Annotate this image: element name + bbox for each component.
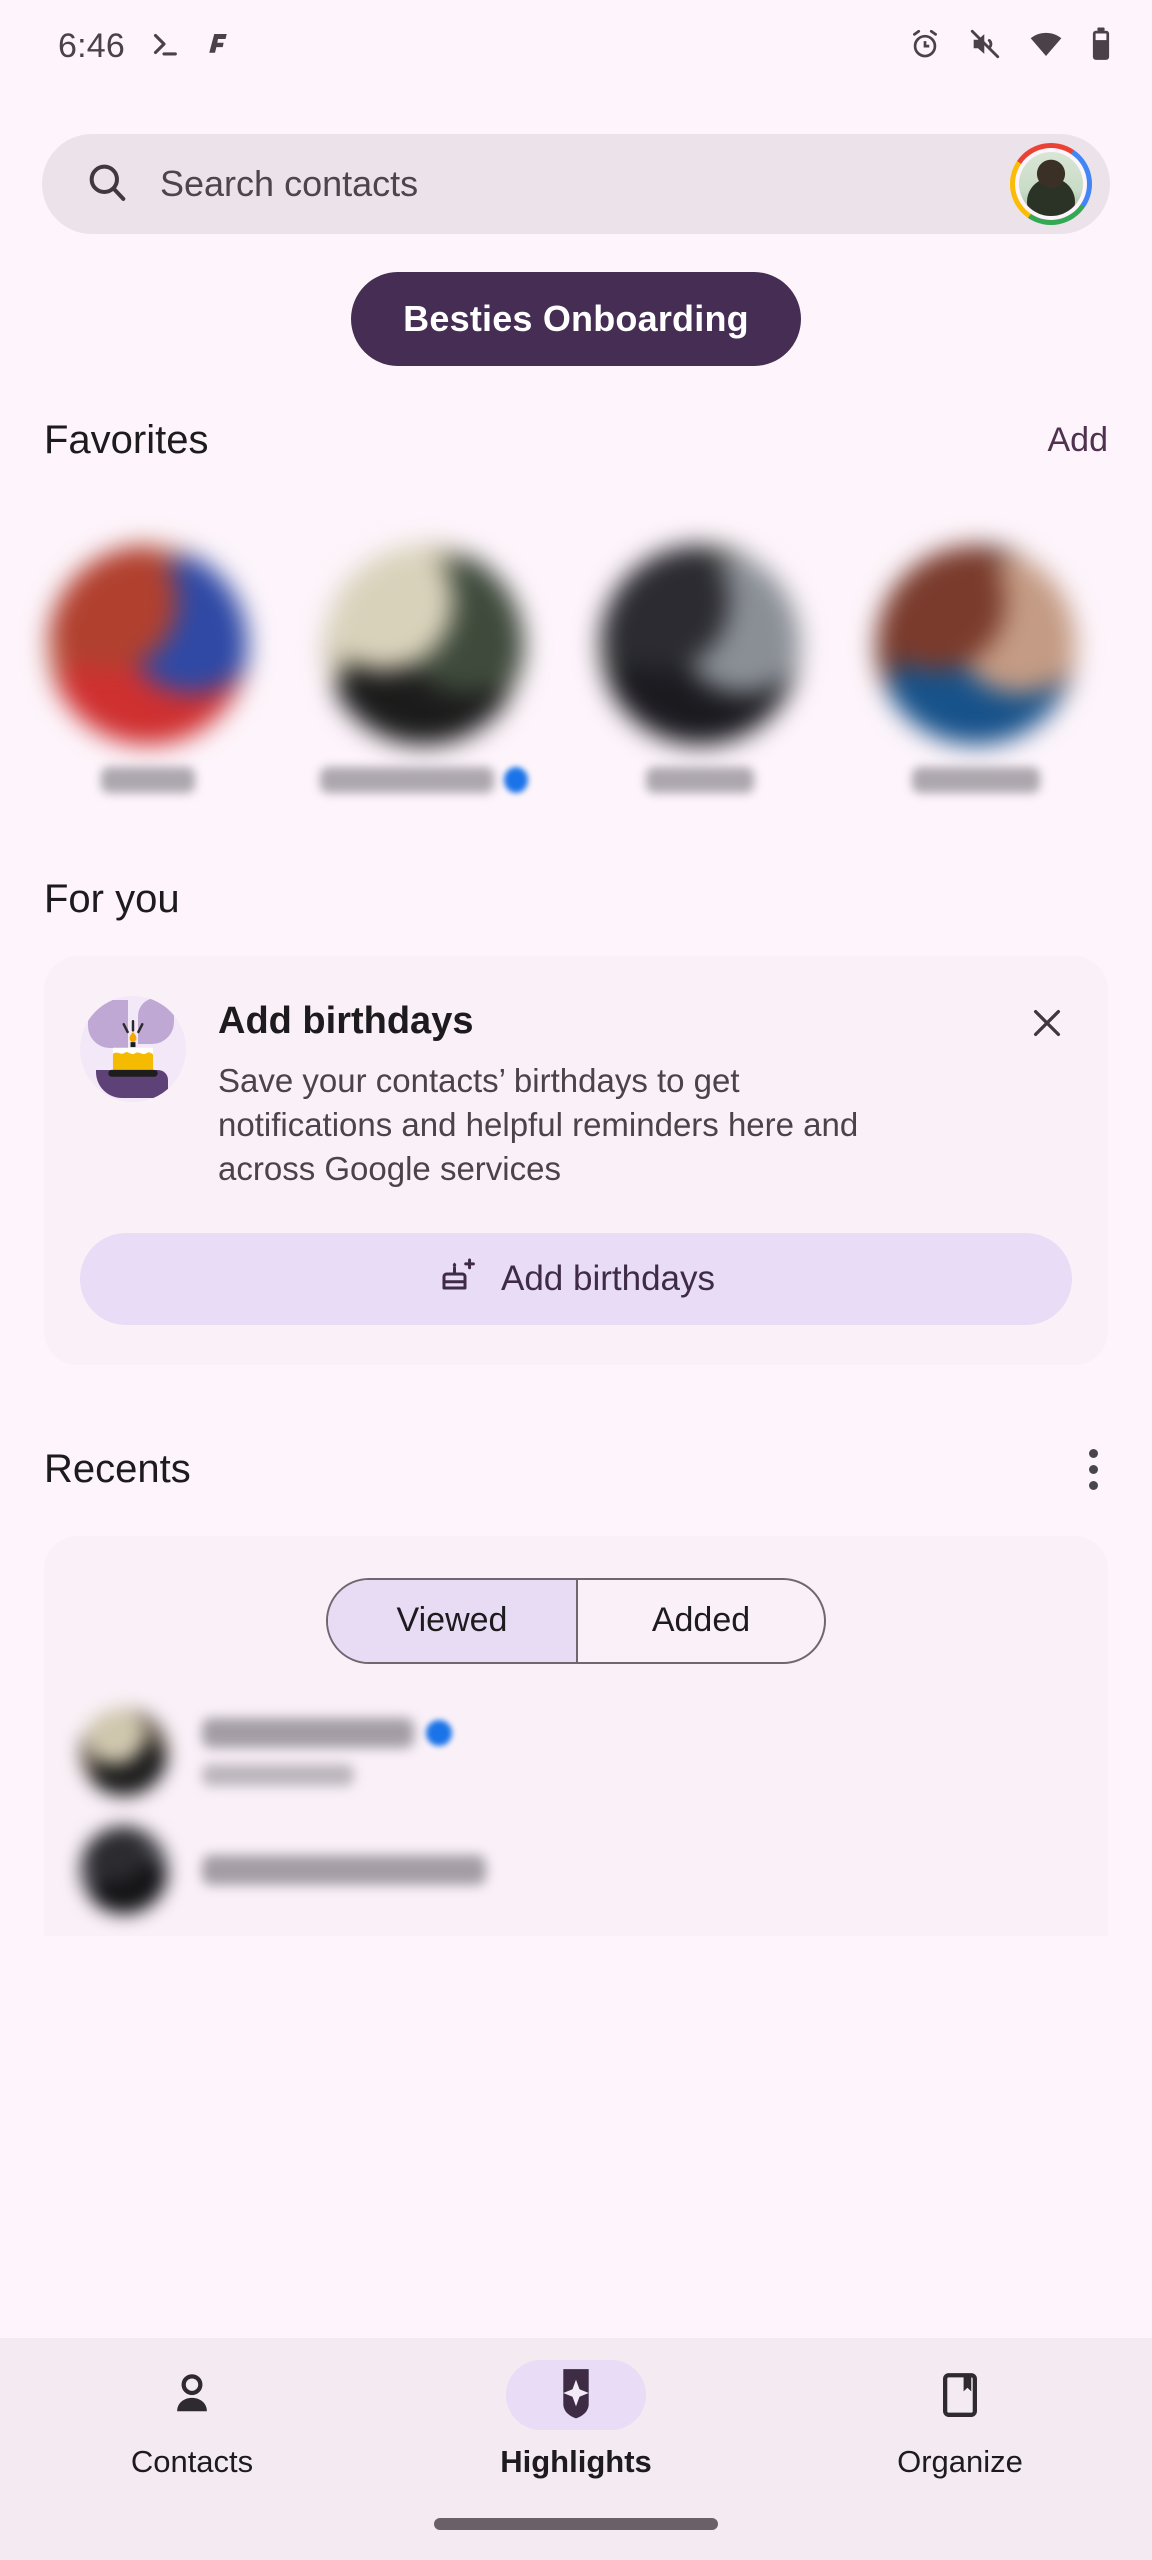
home-indicator[interactable] [434,2518,718,2530]
favorites-add-button[interactable]: Add [1048,421,1109,460]
recents-tab-viewed[interactable]: Viewed [328,1579,576,1662]
favorite-name [646,767,754,793]
battery-icon [1090,26,1112,67]
status-bar: 6:46 [0,0,1152,92]
status-bar-left: 6:46 [58,27,233,66]
nav-label-contacts: Contacts [130,2444,254,2479]
favorite-name [320,767,494,793]
search-bar[interactable]: Search contacts [42,134,1110,234]
nav-label-highlights: Highlights [500,2444,652,2479]
recent-avatar [80,1707,168,1796]
add-birthdays-card: Add birthdays Save your contacts’ birthd… [44,956,1108,1365]
card-title: Add birthdays [218,1000,474,1042]
recent-item-text [202,1717,1108,1786]
nav-label-organize: Organize [897,2444,1023,2479]
search-icon [84,159,130,210]
recent-contact-name [202,1854,486,1885]
more-vert-icon[interactable] [1079,1439,1108,1500]
bookmark-icon [840,2360,1080,2430]
favorite-avatar [324,545,524,745]
favorite-avatar [600,545,800,745]
recent-avatar [80,1825,168,1914]
account-avatar[interactable] [1010,143,1092,225]
add-birthdays-button[interactable]: Add birthdays [80,1232,1072,1325]
recents-header: Recents [0,1439,1152,1500]
card-top-row: Add birthdays Save your contacts’ birthd… [80,996,1072,1191]
favorite-name-row [872,767,1080,793]
favorites-title: Favorites [44,418,209,462]
add-birthdays-button-label: Add birthdays [500,1258,716,1298]
favorite-contact[interactable] [44,541,252,793]
highlights-icon-pill [456,2360,696,2430]
recents-tab-added[interactable]: Added [576,1579,824,1662]
favorite-contact[interactable] [872,541,1080,793]
status-badge [503,767,528,793]
card-description: Save your contacts’ birthdays to get not… [218,1062,859,1187]
favorite-contact[interactable] [596,541,804,793]
recents-list[interactable] [44,1664,1108,1936]
person-icon [72,2360,312,2430]
card-text-block: Add birthdays Save your contacts’ birthd… [218,996,1010,1191]
status-badge [426,1719,452,1746]
onboarding-chip-row: Besties Onboarding [0,234,1152,366]
phone-screen: 6:46 Search contacts Besties Onboarding … [0,0,1152,2560]
recents-card: Viewed Added [44,1535,1108,1936]
favorites-header: Favorites Add [0,418,1152,463]
favorite-name [912,767,1040,793]
status-clock: 6:46 [58,26,125,65]
cake-add-icon [437,1253,479,1304]
avatar-photo [1019,152,1083,216]
wifi-icon [1028,26,1064,67]
sparkle-icon [551,2366,601,2425]
for-you-title: For you [44,877,180,921]
nav-item-organize[interactable]: Organize [840,2360,1080,2480]
search-bar-container: Search contacts [0,92,1152,234]
recent-timestamp [202,1763,354,1786]
close-icon[interactable] [1010,996,1072,1049]
favorite-avatar [876,545,1076,745]
app-glyph-icon [203,29,233,64]
favorite-name-row [596,767,804,793]
scroll-body: Search contacts Besties Onboarding Favor… [0,92,1152,2338]
recent-list-item[interactable] [44,1700,1108,1818]
recent-list-item[interactable] [44,1818,1108,1936]
alarm-icon [908,27,942,66]
search-input[interactable]: Search contacts [160,163,1010,205]
favorite-name-row [44,767,252,793]
for-you-header: For you [0,877,1152,922]
besties-onboarding-chip[interactable]: Besties Onboarding [351,272,801,366]
birthday-cake-illustration [80,996,186,1102]
nav-item-contacts[interactable]: Contacts [72,2360,312,2480]
favorites-list[interactable] [0,541,1152,793]
favorite-name-row [320,767,528,793]
recents-title: Recents [44,1446,191,1491]
recents-tabs-row: Viewed Added [44,1577,1108,1664]
recent-item-text [202,1854,1108,1885]
status-bar-right [908,26,1112,67]
favorite-contact[interactable] [320,541,528,793]
mute-icon [968,27,1002,66]
recent-contact-name [202,1717,414,1748]
favorite-avatar [48,545,248,745]
nav-item-highlights[interactable]: Highlights [456,2360,696,2480]
recents-segmented-control[interactable]: Viewed Added [326,1577,826,1664]
terminal-icon [147,27,181,66]
favorite-name [101,767,195,793]
